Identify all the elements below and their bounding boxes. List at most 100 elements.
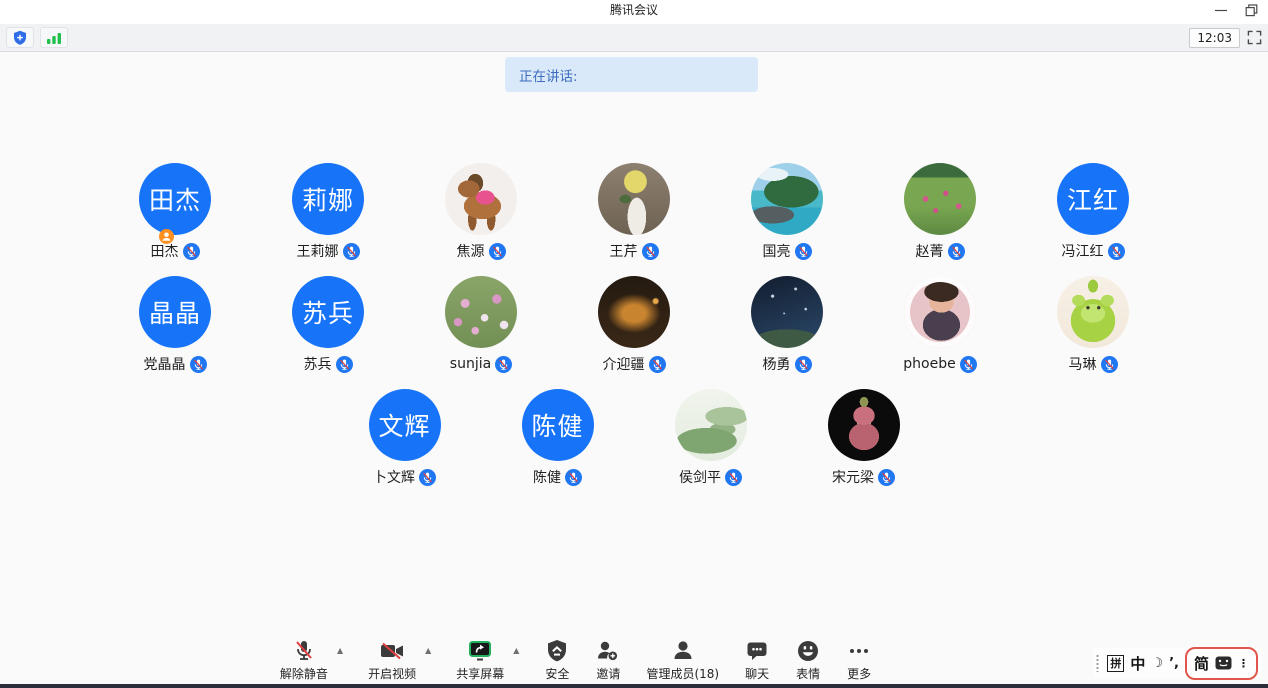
participant-tile[interactable]: 宋元梁 xyxy=(787,389,940,488)
participant-tile[interactable]: 晶晶党晶晶 xyxy=(99,276,252,375)
security-status-button[interactable] xyxy=(6,27,34,48)
participant-tile[interactable]: 国亮 xyxy=(711,163,864,262)
participant-nameline: 卜文辉 xyxy=(373,466,436,488)
participant-avatar xyxy=(675,389,747,461)
participant-tile[interactable]: 莉娜王莉娜 xyxy=(252,163,405,262)
toolbar-invite-user-button[interactable]: 邀请 xyxy=(595,638,621,682)
participant-avatar-wrap: 文辉 xyxy=(369,389,441,461)
toolbar-group: 安全 xyxy=(544,638,570,682)
participant-name: 王芹 xyxy=(610,241,638,261)
participant-name: 侯剑平 xyxy=(679,467,721,487)
ime-halfwidth-toggle[interactable]: ☽ xyxy=(1151,656,1163,671)
participant-avatar: 陈健 xyxy=(522,389,594,461)
participant-tile[interactable]: 江红冯江红 xyxy=(1017,163,1170,262)
mic-muted-icon xyxy=(1108,243,1125,260)
ime-more-button[interactable]: ⋮ xyxy=(1238,657,1249,670)
participant-avatar-wrap xyxy=(904,276,976,348)
participant-avatar xyxy=(751,276,823,348)
toolbar-members-button[interactable]: 管理成员(18) xyxy=(646,638,719,682)
participant-avatar-wrap xyxy=(598,276,670,348)
toolbar-group: 表情 xyxy=(795,638,821,682)
participant-avatar: 江红 xyxy=(1057,163,1129,235)
participant-nameline: 王莉娜 xyxy=(297,240,360,262)
emoji-face-icon xyxy=(795,638,821,664)
mic-muted-icon xyxy=(495,356,512,373)
fullscreen-icon xyxy=(1247,30,1262,45)
participant-nameline: phoebe xyxy=(903,353,976,375)
members-icon xyxy=(670,638,696,664)
participant-tile[interactable]: 苏兵苏兵 xyxy=(252,276,405,375)
participant-avatar-wrap: 田杰 xyxy=(139,163,211,235)
participant-tile[interactable]: 侯剑平 xyxy=(634,389,787,488)
minimize-button[interactable] xyxy=(1206,0,1236,20)
participant-name: 卜文辉 xyxy=(373,467,415,487)
mic-muted-icon xyxy=(960,356,977,373)
participant-tile[interactable]: 焦源 xyxy=(405,163,558,262)
mic-muted-icon xyxy=(795,356,812,373)
restore-button[interactable] xyxy=(1236,0,1266,20)
participant-avatar: 莉娜 xyxy=(292,163,364,235)
participant-name: 冯江红 xyxy=(1062,241,1104,261)
participant-name: sunjia xyxy=(450,356,491,372)
participant-nameline: 宋元梁 xyxy=(832,466,895,488)
participant-avatar xyxy=(445,163,517,235)
toolbar-expand-arrow[interactable]: ▲ xyxy=(337,646,343,655)
participant-tile[interactable]: 赵菁 xyxy=(864,163,1017,262)
participant-tile[interactable]: 陈健陈健 xyxy=(481,389,634,488)
participant-tile[interactable]: 田杰田杰 xyxy=(99,163,252,262)
tencent-meeting-window: 腾讯会议 xyxy=(0,0,1268,688)
participant-tile[interactable]: 王芹 xyxy=(558,163,711,262)
mic-muted-icon xyxy=(725,469,742,486)
speaking-banner: 正在讲话: xyxy=(505,57,758,92)
participant-avatar xyxy=(751,163,823,235)
toolbar-button-label: 安全 xyxy=(545,665,569,682)
participant-name: 赵菁 xyxy=(916,241,944,261)
participant-avatar-wrap xyxy=(751,276,823,348)
network-status-button[interactable] xyxy=(40,27,68,48)
ime-language-toggle[interactable]: 中 xyxy=(1130,653,1145,674)
toolbar-group: 开启视频 ▲ xyxy=(368,638,431,682)
participant-avatar-wrap: 江红 xyxy=(1057,163,1129,235)
toolbar-security-shield-button[interactable]: 安全 xyxy=(544,638,570,682)
statusbar: 12:03 xyxy=(0,24,1268,52)
participant-tile[interactable]: 杨勇 xyxy=(711,276,864,375)
ime-drag-handle[interactable] xyxy=(1095,654,1101,672)
toolbar-camera-muted-button[interactable]: 开启视频 xyxy=(368,638,416,682)
participant-name: 马琳 xyxy=(1069,354,1097,374)
toolbar-more-dots-button[interactable]: 更多 xyxy=(846,638,872,682)
toolbar-screen-share-button[interactable]: 共享屏幕 xyxy=(456,638,504,682)
ime-emoji-keyboard-icon[interactable] xyxy=(1215,656,1232,670)
participant-nameline: 苏兵 xyxy=(304,353,353,375)
participant-name: 焦源 xyxy=(457,241,485,261)
toolbar-button-label: 邀请 xyxy=(596,665,620,682)
participant-nameline: 陈健 xyxy=(533,466,582,488)
toolbar-expand-arrow[interactable]: ▲ xyxy=(425,646,431,655)
ime-simplified-toggle[interactable]: 简 xyxy=(1194,653,1209,674)
screen-share-icon xyxy=(467,638,493,664)
participant-tile[interactable]: sunjia xyxy=(405,276,558,375)
ime-punctuation-toggle[interactable]: ’, xyxy=(1169,656,1179,671)
mic-muted-icon xyxy=(336,356,353,373)
ime-highlight-box: 简 ⋮ xyxy=(1185,647,1258,680)
ime-pinyin-logo[interactable]: 拼 xyxy=(1107,655,1124,672)
toolbar-mic-muted-button[interactable]: 解除静音 xyxy=(280,638,328,682)
participant-avatar xyxy=(828,389,900,461)
participant-tile[interactable]: 介迎疆 xyxy=(558,276,711,375)
participant-avatar xyxy=(904,276,976,348)
participant-tile[interactable]: 马琳 xyxy=(1017,276,1170,375)
participant-tile[interactable]: 文辉卜文辉 xyxy=(328,389,481,488)
mic-muted-icon xyxy=(1101,356,1118,373)
fullscreen-button[interactable] xyxy=(1247,30,1262,45)
speaking-banner-label: 正在讲话: xyxy=(519,65,578,85)
participant-avatar-wrap: 苏兵 xyxy=(292,276,364,348)
toolbar-emoji-face-button[interactable]: 表情 xyxy=(795,638,821,682)
participant-name: 杨勇 xyxy=(763,354,791,374)
host-badge-icon xyxy=(159,229,174,244)
participant-nameline: 焦源 xyxy=(457,240,506,262)
participant-tile[interactable]: phoebe xyxy=(864,276,1017,375)
toolbar-expand-arrow[interactable]: ▲ xyxy=(513,646,519,655)
mic-muted-icon xyxy=(948,243,965,260)
more-dots-icon xyxy=(846,638,872,664)
toolbar-chat-bubble-button[interactable]: 聊天 xyxy=(744,638,770,682)
toolbar-button-label: 共享屏幕 xyxy=(456,665,504,682)
